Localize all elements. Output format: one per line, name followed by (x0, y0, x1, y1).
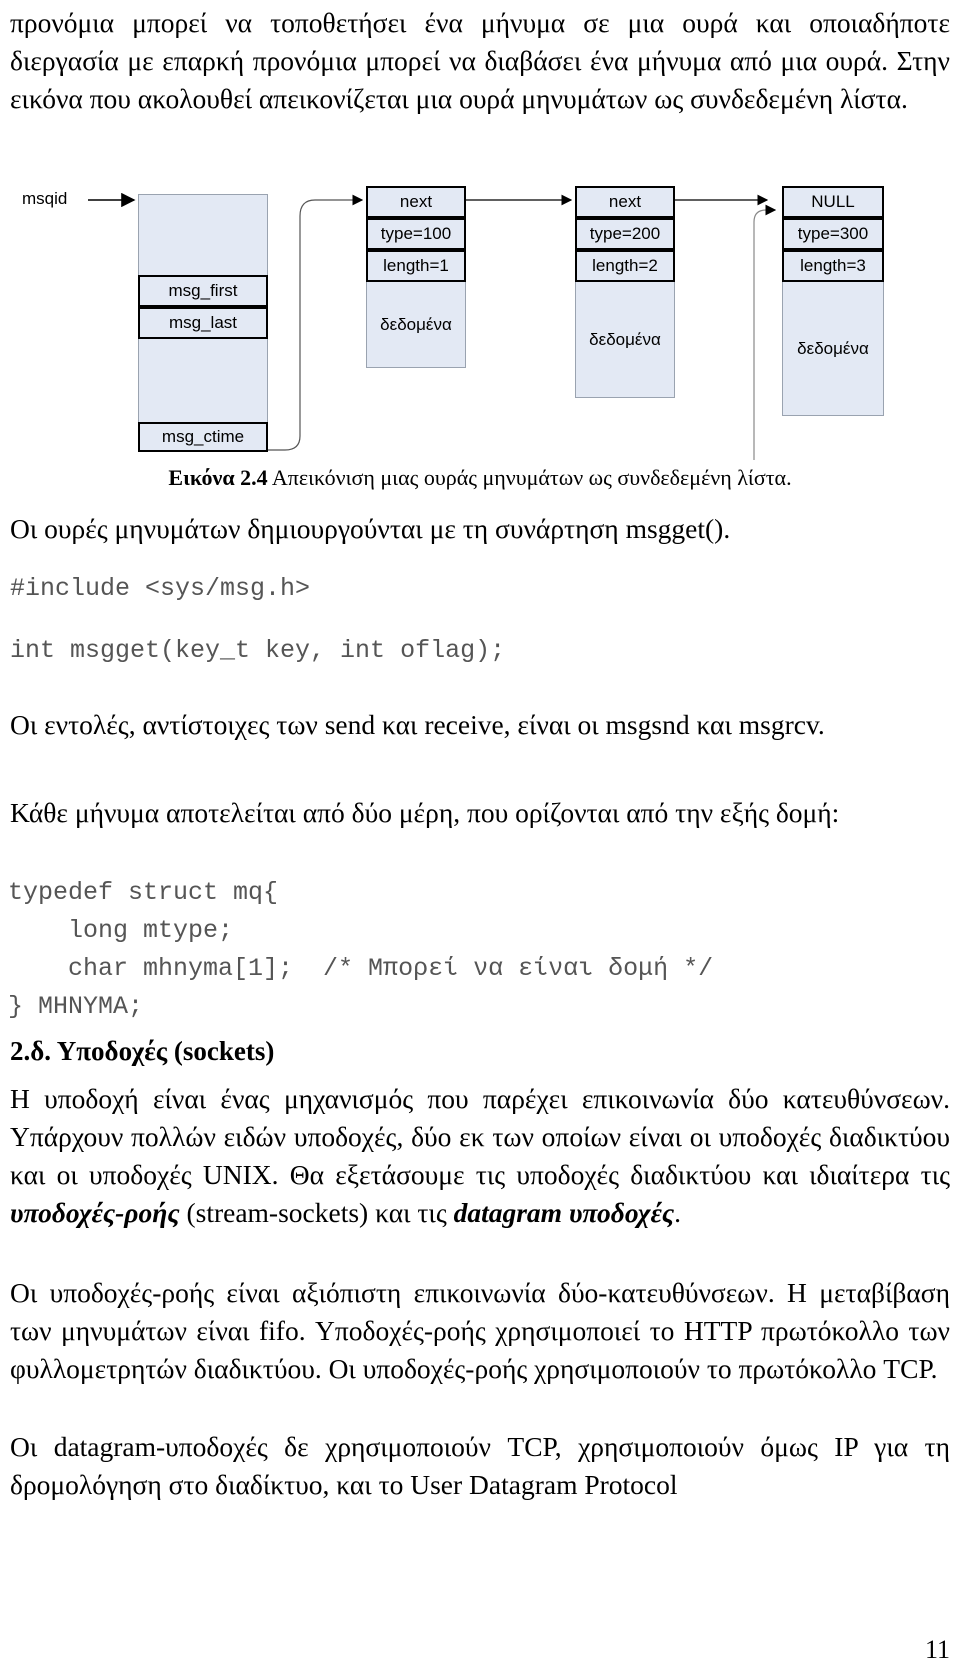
message-node-3-type: type=300 (782, 218, 884, 250)
figure-caption-label: Εικόνα 2.4 (168, 465, 268, 490)
msqid-field-msg-first: msg_first (138, 275, 268, 307)
message-node-3-length: length=3 (782, 250, 884, 282)
message-node-2-type: type=200 (575, 218, 675, 250)
paragraph-send-receive: Οι εντολές, αντίστοιχες των send και rec… (10, 709, 825, 740)
sockets-term-stream: υποδοχές-ροής (10, 1197, 180, 1228)
message-node-1-type: type=100 (366, 218, 466, 250)
paragraph-msgget-intro: Οι ουρές μηνυμάτων δημιουργούνται με τη … (10, 513, 731, 544)
msqid-field-msg-last: msg_last (138, 307, 268, 339)
message-node-3-next: NULL (782, 186, 884, 218)
code-struct-block: typedef struct mq{ long mtype; char mhny… (8, 878, 714, 1021)
figure-caption-text: Απεικόνιση μιας ουράς μηνυμάτων ως συνδε… (267, 465, 792, 490)
sockets-intro-run-2: (stream-sockets) και τις (179, 1197, 454, 1228)
message-node-1-next: next (366, 186, 466, 218)
message-node-2-length: length=2 (575, 250, 675, 282)
msqid-label: msqid (22, 189, 68, 208)
figure-caption: Εικόνα 2.4 Απεικόνιση μιας ουράς μηνυμάτ… (0, 464, 960, 492)
message-node-1-data: δεδομένα (366, 282, 466, 368)
sockets-intro-run-1: Η υποδοχή είναι ένας μηχανισμός που παρέ… (10, 1083, 950, 1190)
sockets-term-datagram: datagram υποδοχές (453, 1197, 675, 1228)
code-include-line: #include <sys/msg.h> (10, 574, 311, 603)
paragraph-sockets-intro: Η υποδοχή είναι ένας μηχανισμός που παρέ… (10, 1080, 950, 1232)
code-msgget-prototype: int msgget(key_t key, int oflag); (10, 636, 506, 665)
paragraph-intro: προνόμια μπορεί να τοποθετήσει ένα μήνυμ… (10, 7, 950, 114)
message-node-1-length: length=1 (366, 250, 466, 282)
message-node-3-data: δεδομένα (782, 282, 884, 416)
section-heading-sockets: 2.δ. Υποδοχές (sockets) (10, 1036, 275, 1066)
paragraph-message-parts: Κάθε μήνυμα αποτελείται από δύο μέρη, πο… (10, 797, 840, 828)
paragraph-stream-sockets: Οι υποδοχές-ροής είναι αξιόπιστη επικοιν… (10, 1277, 950, 1384)
message-node-2-next: next (575, 186, 675, 218)
figure-linked-list-diagram: msqid msg_first msg_last msg_ctime next … (0, 170, 960, 460)
document-page: προνόμια μπορεί να τοποθετήσει ένα μήνυμ… (0, 0, 960, 1673)
page-number: 11 (924, 1635, 950, 1664)
sockets-intro-run-3: . (674, 1197, 681, 1228)
message-node-2-data: δεδομένα (575, 282, 675, 398)
paragraph-datagram-sockets: Οι datagram-υποδοχές δε χρησιμοποιούν TC… (10, 1431, 950, 1500)
msqid-field-msg-ctime: msg_ctime (138, 422, 268, 452)
